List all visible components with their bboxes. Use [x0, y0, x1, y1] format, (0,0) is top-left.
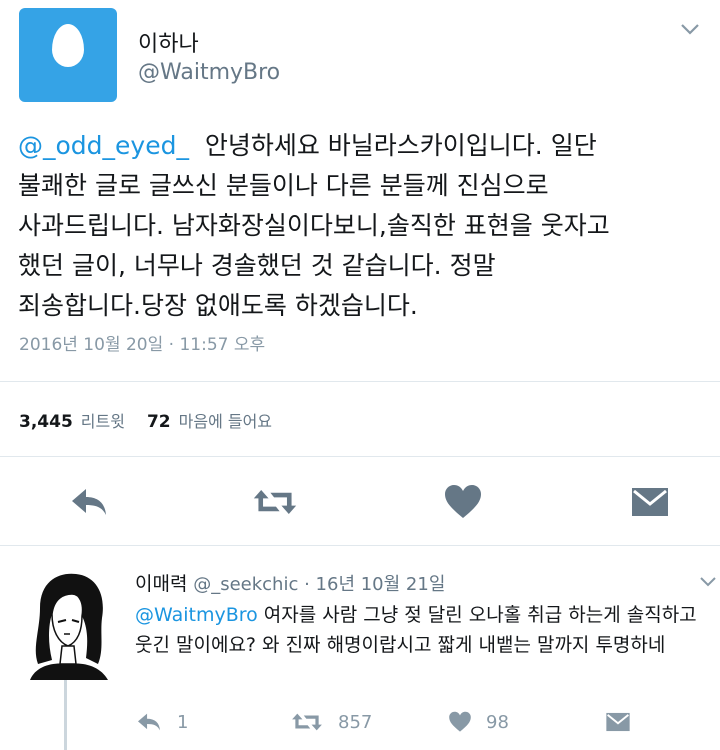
- reply-button[interactable]: 1: [135, 708, 188, 736]
- reply-icon: [72, 489, 106, 515]
- retweet-icon: [292, 713, 322, 731]
- reply-tweet: 이매력 @_seekchic · 16년 10월 21일 @WaitmyBro …: [0, 560, 720, 750]
- tweet-text: @_odd_eyed_ 안녕하세요 바닐라스카이입니다. 일단 불쾌한 글로 글…: [18, 126, 698, 326]
- user-handle[interactable]: @_seekchic: [193, 574, 298, 595]
- timestamp[interactable]: 16년 10월 21일: [316, 574, 446, 595]
- avatar[interactable]: [22, 568, 114, 680]
- like-button[interactable]: 98: [448, 708, 509, 736]
- message-icon: [606, 712, 630, 732]
- thread-line: [64, 680, 67, 750]
- avatar[interactable]: [19, 8, 117, 102]
- divider: [0, 381, 720, 382]
- reply-text: @WaitmyBro 여자를 사람 그냥 젖 달린 오나홀 취급 하는게 솔직하…: [135, 600, 715, 660]
- divider: [0, 456, 720, 457]
- retweet-count: 857: [338, 711, 373, 733]
- timestamp[interactable]: 2016년 10월 20일 · 11:57 오후: [19, 330, 265, 355]
- chevron-down-icon[interactable]: [700, 576, 716, 588]
- display-name[interactable]: 이하나: [138, 26, 199, 58]
- divider: [0, 545, 720, 546]
- heart-icon: [449, 711, 471, 732]
- engagement-stats: 3,445 리트윗 72 마음에 들어요: [19, 408, 294, 432]
- user-handle[interactable]: @WaitmyBro: [138, 60, 280, 85]
- reply-count: 1: [177, 711, 189, 733]
- like-button[interactable]: [440, 482, 486, 522]
- like-count[interactable]: 72: [147, 412, 171, 432]
- reply-icon: [138, 713, 160, 731]
- separator-dot: ·: [304, 574, 310, 595]
- mention-link[interactable]: @_odd_eyed_: [18, 131, 189, 160]
- egg-icon: [52, 24, 84, 67]
- retweet-button[interactable]: [252, 482, 298, 522]
- message-button[interactable]: [627, 482, 673, 522]
- message-button[interactable]: [604, 708, 632, 736]
- heart-icon: [445, 485, 481, 518]
- retweet-button[interactable]: 857: [290, 708, 372, 736]
- retweet-count[interactable]: 3,445: [19, 412, 73, 432]
- main-tweet: 이하나 @WaitmyBro @_odd_eyed_ 안녕하세요 바닐라스카이입…: [0, 0, 720, 546]
- like-label[interactable]: 마음에 들어요: [179, 408, 272, 432]
- retweet-icon: [253, 490, 297, 514]
- display-name[interactable]: 이매력: [135, 573, 187, 595]
- chevron-down-icon[interactable]: [680, 22, 700, 36]
- message-icon: [632, 488, 668, 516]
- mention-link[interactable]: @WaitmyBro: [135, 604, 258, 626]
- retweet-label[interactable]: 리트윗: [81, 408, 125, 432]
- reply-button[interactable]: [66, 482, 112, 522]
- reply-header: 이매력 @_seekchic · 16년 10월 21일: [135, 569, 445, 596]
- like-count: 98: [486, 711, 509, 733]
